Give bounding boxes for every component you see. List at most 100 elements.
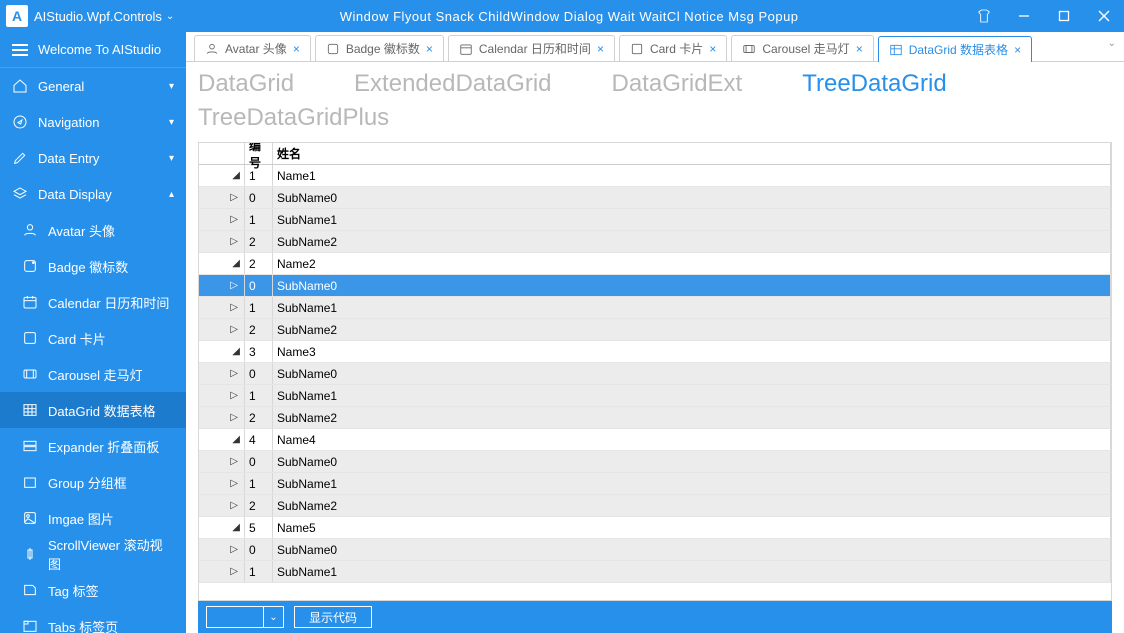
expander-icon[interactable]: ▷ <box>199 363 245 384</box>
close-icon[interactable]: × <box>293 42 300 56</box>
table-row[interactable]: ▷2SubName2 <box>199 319 1111 341</box>
expander-icon[interactable]: ▷ <box>199 231 245 252</box>
sidebar-item[interactable]: Avatar 头像 <box>0 212 186 248</box>
window-menu[interactable]: Window Flyout Snack ChildWindow Dialog W… <box>174 9 964 24</box>
expander-icon[interactable]: ◢ <box>199 341 245 362</box>
sidebar-item[interactable]: DataGrid 数据表格 <box>0 392 186 428</box>
tab[interactable]: DataGrid 数据表格× <box>878 36 1032 62</box>
close-icon[interactable]: × <box>426 42 433 56</box>
sidebar-item[interactable]: Badge 徽标数 <box>0 248 186 284</box>
cell-name: SubName0 <box>273 451 1111 472</box>
sidebar-group-general[interactable]: General ▾ <box>0 68 186 104</box>
sidebar-item[interactable]: Tag 标签 <box>0 572 186 608</box>
item-icon <box>22 222 38 238</box>
mode-option[interactable]: TreeDataGridPlus <box>198 104 389 132</box>
show-code-button[interactable]: 显示代码 <box>294 606 372 628</box>
tab[interactable]: Carousel 走马灯× <box>731 35 873 61</box>
expander-icon[interactable]: ▷ <box>199 495 245 516</box>
close-icon[interactable]: × <box>709 42 716 56</box>
item-label: Group 分组框 <box>48 473 127 492</box>
mode-option[interactable]: DataGridExt <box>612 70 743 98</box>
sidebar-item[interactable]: Carousel 走马灯 <box>0 356 186 392</box>
expander-icon[interactable]: ▷ <box>199 539 245 560</box>
close-icon[interactable]: × <box>1014 43 1021 57</box>
expander-icon[interactable]: ▷ <box>199 407 245 428</box>
sidebar-item[interactable]: Group 分组框 <box>0 464 186 500</box>
table-row[interactable]: ◢3Name3 <box>199 341 1111 363</box>
item-icon <box>22 474 38 490</box>
table-row[interactable]: ▷1SubName1 <box>199 473 1111 495</box>
sidebar-item[interactable]: Expander 折叠面板 <box>0 428 186 464</box>
tab[interactable]: Badge 徽标数× <box>315 35 444 61</box>
cell-name: Name1 <box>273 165 1111 186</box>
table-row[interactable]: ▷1SubName1 <box>199 297 1111 319</box>
table-row[interactable]: ▷1SubName1 <box>199 385 1111 407</box>
table-row[interactable]: ▷1SubName1 <box>199 209 1111 231</box>
table-row[interactable]: ▷0SubName0 <box>199 539 1111 561</box>
tab[interactable]: Avatar 头像× <box>194 35 311 61</box>
close-icon[interactable]: × <box>597 42 604 56</box>
close-icon[interactable]: × <box>856 42 863 56</box>
expander-icon[interactable]: ▷ <box>199 561 245 582</box>
cell-name: Name2 <box>273 253 1111 274</box>
theme-combo[interactable]: ⌄ <box>206 606 284 628</box>
shirt-icon[interactable] <box>964 0 1004 32</box>
sidebar: Welcome To AIStudio General ▾ Navigation… <box>0 32 186 633</box>
table-row[interactable]: ▷0SubName0 <box>199 187 1111 209</box>
cell-id: 2 <box>245 231 273 252</box>
cell-name: SubName1 <box>273 473 1111 494</box>
sidebar-group-navigation[interactable]: Navigation ▾ <box>0 104 186 140</box>
sidebar-item[interactable]: Imgae 图片 <box>0 500 186 536</box>
sidebar-item[interactable]: Tabs 标签页 <box>0 608 186 633</box>
table-row[interactable]: ▷2SubName2 <box>199 495 1111 517</box>
expander-icon[interactable]: ◢ <box>199 517 245 538</box>
tab[interactable]: Calendar 日历和时间× <box>448 35 615 61</box>
chevron-down-icon: ▾ <box>169 153 174 164</box>
maximize-button[interactable] <box>1044 0 1084 32</box>
table-row[interactable]: ▷2SubName2 <box>199 231 1111 253</box>
cell-id: 0 <box>245 539 273 560</box>
cell-name: SubName1 <box>273 385 1111 406</box>
tab-overflow-icon[interactable]: ⌄ <box>1108 38 1116 49</box>
expander-icon[interactable]: ▷ <box>199 451 245 472</box>
sidebar-item[interactable]: ScrollViewer 滚动视图 <box>0 536 186 572</box>
header-id[interactable]: 编号 <box>245 143 273 164</box>
expander-icon[interactable]: ▷ <box>199 319 245 340</box>
table-row[interactable]: ▷0SubName0 <box>199 275 1111 297</box>
expander-icon[interactable]: ▷ <box>199 297 245 318</box>
cell-id: 0 <box>245 451 273 472</box>
sidebar-welcome[interactable]: Welcome To AIStudio <box>0 32 186 68</box>
sidebar-item[interactable]: Calendar 日历和时间 <box>0 284 186 320</box>
table-row[interactable]: ◢4Name4 <box>199 429 1111 451</box>
expander-icon[interactable]: ◢ <box>199 429 245 450</box>
expander-icon[interactable]: ◢ <box>199 165 245 186</box>
sidebar-group-data-display[interactable]: Data Display ▴ <box>0 176 186 212</box>
table-row[interactable]: ▷1SubName1 <box>199 561 1111 583</box>
close-button[interactable] <box>1084 0 1124 32</box>
expander-icon[interactable]: ▷ <box>199 187 245 208</box>
minimize-button[interactable] <box>1004 0 1044 32</box>
table-row[interactable]: ▷2SubName2 <box>199 407 1111 429</box>
expander-icon[interactable]: ▷ <box>199 209 245 230</box>
table-row[interactable]: ◢5Name5 <box>199 517 1111 539</box>
sidebar-item[interactable]: Card 卡片 <box>0 320 186 356</box>
header-name[interactable]: 姓名 <box>273 143 1111 164</box>
mode-option[interactable]: TreeDataGrid <box>802 70 947 98</box>
grid-body[interactable]: ◢1Name1▷0SubName0▷1SubName1▷2SubName2◢2N… <box>199 165 1111 600</box>
table-row[interactable]: ▷0SubName0 <box>199 451 1111 473</box>
expander-icon[interactable]: ◢ <box>199 253 245 274</box>
home-icon <box>12 78 28 94</box>
table-row[interactable]: ◢2Name2 <box>199 253 1111 275</box>
expander-icon[interactable]: ▷ <box>199 473 245 494</box>
app-name-dropdown[interactable]: AIStudio.Wpf.Controls ⌄ <box>34 9 174 24</box>
mode-option[interactable]: ExtendedDataGrid <box>354 70 551 98</box>
expander-icon[interactable]: ▷ <box>199 275 245 296</box>
sidebar-group-data-entry[interactable]: Data Entry ▾ <box>0 140 186 176</box>
cell-name: Name4 <box>273 429 1111 450</box>
table-row[interactable]: ▷0SubName0 <box>199 363 1111 385</box>
mode-option[interactable]: DataGrid <box>198 70 294 98</box>
expander-icon[interactable]: ▷ <box>199 385 245 406</box>
table-row[interactable]: ◢1Name1 <box>199 165 1111 187</box>
tab[interactable]: Card 卡片× <box>619 35 727 61</box>
item-icon <box>22 330 38 346</box>
